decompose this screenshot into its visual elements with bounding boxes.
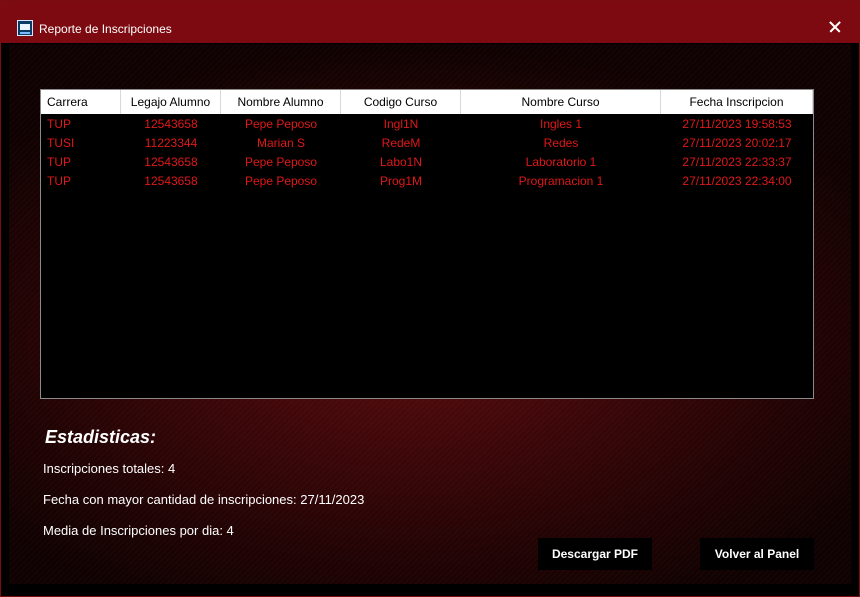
- stats-heading: Estadisticas:: [45, 427, 157, 447]
- cell-nombre-alumno[interactable]: Pepe Peposo: [221, 115, 341, 134]
- cell-fecha-inscripcion[interactable]: 27/11/2023 20:02:17: [661, 134, 813, 153]
- column-header-legajo-alumno[interactable]: Legajo Alumno: [121, 90, 221, 114]
- cell-codigo-curso[interactable]: Labo1N: [341, 153, 461, 172]
- cell-legajo-alumno[interactable]: 12543658: [121, 172, 221, 191]
- cell-codigo-curso[interactable]: RedeM: [341, 134, 461, 153]
- cell-codigo-curso[interactable]: Ingl1N: [341, 115, 461, 134]
- stat-daily-mean: Media de Inscripciones por dia: 4: [43, 523, 234, 538]
- table-row[interactable]: TUP 12543658 Pepe Peposo Labo1N Laborato…: [41, 153, 813, 172]
- report-window: Reporte de Inscripciones Carrera Legajo …: [0, 0, 860, 597]
- column-header-codigo-curso[interactable]: Codigo Curso: [341, 90, 461, 114]
- cell-carrera[interactable]: TUSI: [41, 134, 121, 153]
- cell-codigo-curso[interactable]: Prog1M: [341, 172, 461, 191]
- cell-nombre-curso[interactable]: Ingles 1: [461, 115, 661, 134]
- cell-carrera[interactable]: TUP: [41, 115, 121, 134]
- column-header-nombre-curso[interactable]: Nombre Curso: [461, 90, 661, 114]
- cell-nombre-alumno[interactable]: Pepe Peposo: [221, 153, 341, 172]
- column-header-carrera[interactable]: Carrera: [41, 90, 121, 114]
- stat-total-inscriptions: Inscripciones totales: 4: [43, 461, 176, 476]
- close-icon[interactable]: [823, 17, 847, 37]
- back-to-panel-button[interactable]: Volver al Panel: [700, 538, 814, 570]
- cell-carrera[interactable]: TUP: [41, 172, 121, 191]
- download-pdf-button[interactable]: Descargar PDF: [538, 538, 652, 570]
- cell-fecha-inscripcion[interactable]: 27/11/2023 22:33:37: [661, 153, 813, 172]
- cell-nombre-curso[interactable]: Redes: [461, 134, 661, 153]
- table-body: TUP 12543658 Pepe Peposo Ingl1N Ingles 1…: [41, 115, 813, 191]
- cell-legajo-alumno[interactable]: 11223344: [121, 134, 221, 153]
- title-bar: Reporte de Inscripciones: [1, 1, 859, 43]
- stat-peak-date: Fecha con mayor cantidad de inscripcione…: [43, 492, 365, 507]
- inscriptions-table[interactable]: Carrera Legajo Alumno Nombre Alumno Codi…: [40, 89, 814, 399]
- app-icon: [17, 20, 33, 36]
- cell-carrera[interactable]: TUP: [41, 153, 121, 172]
- table-header: Carrera Legajo Alumno Nombre Alumno Codi…: [41, 90, 813, 114]
- cell-nombre-alumno[interactable]: Pepe Peposo: [221, 172, 341, 191]
- cell-nombre-curso[interactable]: Laboratorio 1: [461, 153, 661, 172]
- table-row[interactable]: TUP 12543658 Pepe Peposo Prog1M Programa…: [41, 172, 813, 191]
- cell-nombre-alumno[interactable]: Marian S: [221, 134, 341, 153]
- cell-fecha-inscripcion[interactable]: 27/11/2023 22:34:00: [661, 172, 813, 191]
- cell-nombre-curso[interactable]: Programacion 1: [461, 172, 661, 191]
- cell-fecha-inscripcion[interactable]: 27/11/2023 19:58:53: [661, 115, 813, 134]
- cell-legajo-alumno[interactable]: 12543658: [121, 115, 221, 134]
- table-row[interactable]: TUSI 11223344 Marian S RedeM Redes 27/11…: [41, 134, 813, 153]
- cell-legajo-alumno[interactable]: 12543658: [121, 153, 221, 172]
- table-row[interactable]: TUP 12543658 Pepe Peposo Ingl1N Ingles 1…: [41, 115, 813, 134]
- window-title: Reporte de Inscripciones: [39, 22, 172, 36]
- column-header-nombre-alumno[interactable]: Nombre Alumno: [221, 90, 341, 114]
- column-header-fecha-inscripcion[interactable]: Fecha Inscripcion: [661, 90, 813, 114]
